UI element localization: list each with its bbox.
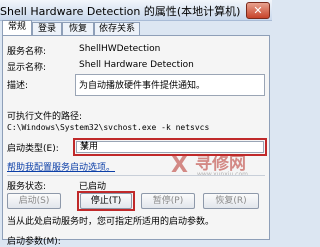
exe-path-value: C:\Windows\System32\svchost.exe -k netsv…	[7, 123, 210, 132]
resume-button[interactable]: 恢复(R)	[203, 193, 259, 209]
pause-button[interactable]: 暂停(P)	[141, 193, 195, 209]
tab-recovery[interactable]: 恢复	[62, 22, 94, 35]
stop-button[interactable]: 停止(T)	[80, 193, 132, 209]
general-panel: 服务名称: ShellHWDetection 显示名称: Shell Hardw…	[2, 35, 270, 247]
description-label: 描述:	[7, 81, 29, 91]
start-params-hint: 当从此处启动服务时，您可指定所适用的启动参数。	[7, 217, 215, 227]
startup-type-label: 启动类型(E):	[7, 144, 59, 154]
tab-dependencies[interactable]: 依存关系	[94, 22, 140, 35]
service-name-value: ShellHWDetection	[79, 44, 161, 54]
tab-strip: 常规 登录 恢复 依存关系	[0, 20, 272, 36]
service-status-label: 服务状态:	[7, 182, 47, 192]
title-bar: Shell Hardware Detection 的属性(本地计算机) ✕	[0, 0, 272, 21]
chevron-down-icon: ▼	[82, 143, 88, 151]
close-button[interactable]: ✕	[246, 2, 270, 19]
description-box[interactable]: 为自动播放硬件事件提供通知。	[75, 74, 265, 96]
window-title: Shell Hardware Detection 的属性(本地计算机)	[0, 5, 241, 18]
start-params-label: 启动参数(M):	[7, 237, 61, 247]
description-text: 为自动播放硬件事件提供通知。	[79, 81, 206, 91]
start-button[interactable]: 启动(S)	[7, 193, 61, 209]
exe-path-label: 可执行文件的路径:	[7, 112, 83, 122]
tab-general[interactable]: 常规	[2, 20, 32, 36]
divider	[7, 175, 265, 176]
tab-logon[interactable]: 登录	[32, 22, 62, 35]
startup-type-select[interactable]: 禁用 ▼	[76, 141, 264, 153]
help-link[interactable]: 帮助我配置服务启动选项。	[7, 160, 115, 173]
display-name-value: Shell Hardware Detection	[79, 60, 194, 70]
service-name-label: 服务名称:	[7, 47, 47, 57]
display-name-label: 显示名称:	[7, 63, 47, 73]
